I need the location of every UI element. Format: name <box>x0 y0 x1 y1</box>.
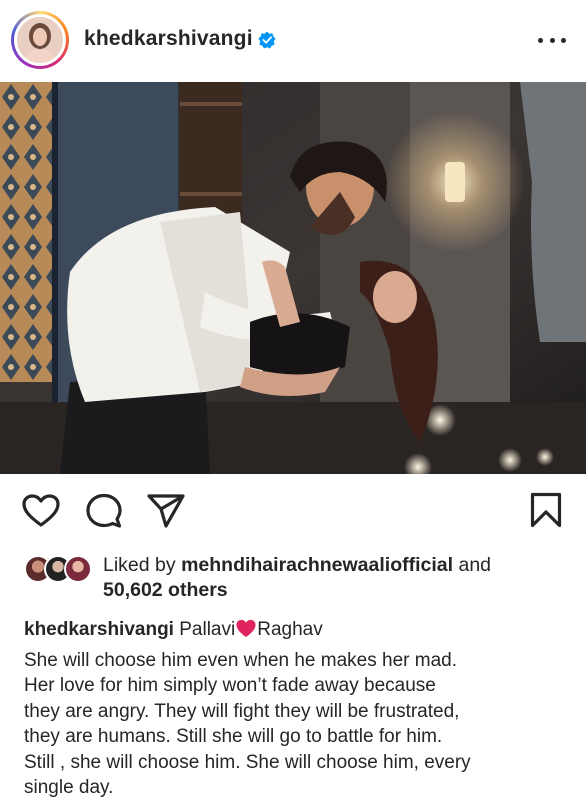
caption-body: She will choose him even when he makes h… <box>24 648 572 800</box>
send-paper-plane-icon[interactable] <box>146 493 186 529</box>
caption-title-left: Pallavi <box>179 619 236 640</box>
post-photo[interactable] <box>0 82 586 474</box>
likes-count[interactable]: 50,602 others <box>103 579 228 601</box>
caption-line: they are humans. Still she will go to ba… <box>24 726 443 748</box>
likes-prefix: Liked by <box>103 554 176 576</box>
caption-username[interactable]: khedkarshivangi <box>24 619 174 640</box>
more-horizontal-icon[interactable] <box>538 32 566 48</box>
story-ring[interactable] <box>11 11 69 69</box>
likes-summary: Liked by mehndihairachnewaaliofficial an… <box>103 553 573 603</box>
avatar-border <box>14 14 66 66</box>
post-header: khedkarshivangi <box>0 0 586 82</box>
action-bar <box>0 474 586 550</box>
caption-line: they are angry. They will fight they wil… <box>24 700 460 722</box>
caption-line: Her love for him simply won’t fade away … <box>24 675 436 697</box>
likes-row: Liked by mehndihairachnewaaliofficial an… <box>0 553 586 605</box>
caption-line: She will choose him even when he makes h… <box>24 650 458 671</box>
verified-badge-icon <box>258 31 276 49</box>
likes-joiner: and <box>458 554 492 576</box>
post-image <box>0 82 586 474</box>
caption-line: Still , she will choose him. She will ch… <box>24 751 471 773</box>
avatar[interactable] <box>17 17 63 63</box>
avatar-portrait <box>17 17 63 63</box>
liker-avatar[interactable] <box>64 555 92 583</box>
caption-title-right: Raghav <box>257 619 323 640</box>
caption-title-line: khedkarshivangi Pallavi Raghav <box>24 617 572 642</box>
bookmark-outline-icon[interactable] <box>530 492 562 528</box>
post-caption: khedkarshivangi Pallavi Raghav She will c… <box>24 617 572 800</box>
post-username[interactable]: khedkarshivangi <box>84 27 253 51</box>
caption-line: single day. <box>24 777 114 799</box>
heart-outline-icon[interactable] <box>22 494 60 528</box>
comment-bubble-icon[interactable] <box>86 493 122 529</box>
liker-username[interactable]: mehndihairachnewaaliofficial <box>181 554 453 576</box>
red-heart-emoji-icon <box>236 619 256 638</box>
